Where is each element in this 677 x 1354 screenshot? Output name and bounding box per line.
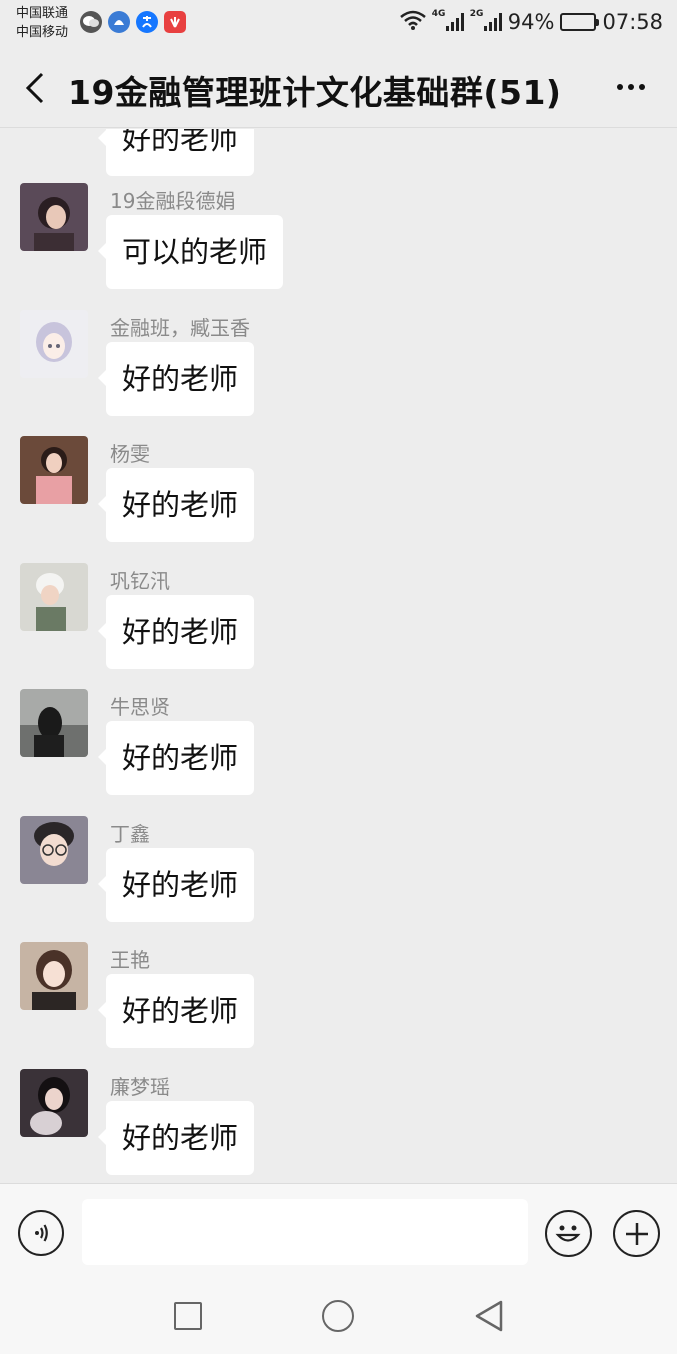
message-bubble[interactable]: 好的老师 <box>97 1101 255 1175</box>
chat-header: 19金融管理班计文化基础群(51) <box>0 46 677 128</box>
network-type-1: 4G <box>431 9 446 19</box>
status-bar: 中国联通 中国移动 4G 2G 94% 07:58 <box>0 0 677 46</box>
system-nav-bar <box>0 1279 677 1354</box>
sender-name: 牛思贤 <box>110 695 170 719</box>
message-bubble[interactable]: 好的老师 <box>97 342 255 416</box>
more-dots-icon <box>617 84 623 90</box>
system-back-button[interactable] <box>472 1299 506 1333</box>
message-bubble[interactable]: 好的老师 <box>97 129 255 176</box>
plus-button[interactable] <box>613 1210 660 1257</box>
status-right: 4G 2G 94% 07:58 <box>399 8 663 36</box>
message-bubble[interactable]: 好的老师 <box>97 974 255 1048</box>
avatar[interactable] <box>20 1069 88 1137</box>
network-type-2: 2G <box>469 9 484 19</box>
avatar[interactable] <box>20 689 88 757</box>
signal-icon-2: 2G <box>470 9 502 31</box>
message-bubble[interactable]: 可以的老师 <box>97 215 284 289</box>
home-button[interactable] <box>322 1300 354 1332</box>
message-bubble[interactable]: 好的老师 <box>97 848 255 922</box>
message-item: 杨雯 好的老师 <box>0 436 677 563</box>
sender-name: 王艳 <box>110 948 150 972</box>
sender-name: 金融班，臧玉香 <box>110 316 250 340</box>
plus-icon <box>625 1222 648 1245</box>
avatar[interactable] <box>20 816 88 884</box>
message-bubble[interactable]: 好的老师 <box>97 468 255 542</box>
voice-button[interactable] <box>18 1210 64 1256</box>
avatar[interactable] <box>20 563 88 631</box>
sender-name: 杨雯 <box>110 442 150 466</box>
message-item: 19金融段德娟 可以的老师 <box>0 183 677 310</box>
battery-percent: 94% <box>507 10 555 34</box>
app-notification-icon <box>108 11 130 33</box>
more-button[interactable] <box>611 72 651 102</box>
emoji-icon <box>555 1225 581 1242</box>
message-item: 王艳 好的老师 <box>0 942 677 1069</box>
battery-icon <box>560 13 600 31</box>
wechat-icon <box>80 11 102 33</box>
signal-icon-1: 4G <box>432 9 464 31</box>
carrier-labels: 中国联通 中国移动 <box>16 4 68 42</box>
message-item: 金融班，臧玉香 好的老师 <box>0 310 677 437</box>
carrier-2: 中国移动 <box>16 25 69 40</box>
input-bar <box>0 1183 677 1279</box>
message-item: 廉梦瑶 好的老师 <box>0 1069 677 1183</box>
message-input[interactable] <box>82 1199 528 1265</box>
avatar[interactable] <box>20 183 88 251</box>
chat-title: 19金融管理班计文化基础群(51) <box>68 73 562 112</box>
clock: 07:58 <box>602 10 663 34</box>
huawei-icon <box>164 11 186 33</box>
avatar[interactable] <box>20 942 88 1010</box>
back-button[interactable] <box>18 68 52 108</box>
avatar[interactable] <box>20 310 88 378</box>
sender-name: 廉梦瑶 <box>110 1075 170 1099</box>
sender-name: 巩钇汛 <box>110 569 170 593</box>
carrier-1: 中国联通 <box>16 6 69 21</box>
message-item: 牛思贤 好的老师 <box>0 689 677 816</box>
notification-icons <box>80 11 186 33</box>
message-item: 巩钇汛 好的老师 <box>0 563 677 690</box>
emoji-button[interactable] <box>545 1210 592 1257</box>
recent-apps-button[interactable] <box>174 1302 202 1330</box>
sender-name: 丁鑫 <box>110 822 150 846</box>
chevron-left-icon <box>25 72 44 104</box>
sender-name: 19金融段德娟 <box>110 189 236 213</box>
avatar[interactable] <box>20 436 88 504</box>
alipay-icon <box>136 11 158 33</box>
message-item: 丁鑫 好的老师 <box>0 816 677 943</box>
message-list[interactable]: 好的老师 19金融段德娟 可以的老师 金融班，臧玉香 好的老师 杨雯 好的老师 … <box>0 129 677 1183</box>
triangle-back-icon <box>475 1300 503 1332</box>
message-bubble[interactable]: 好的老师 <box>97 721 255 795</box>
message-bubble[interactable]: 好的老师 <box>97 595 255 669</box>
wifi-icon <box>399 10 426 35</box>
voice-icon <box>35 1224 48 1242</box>
